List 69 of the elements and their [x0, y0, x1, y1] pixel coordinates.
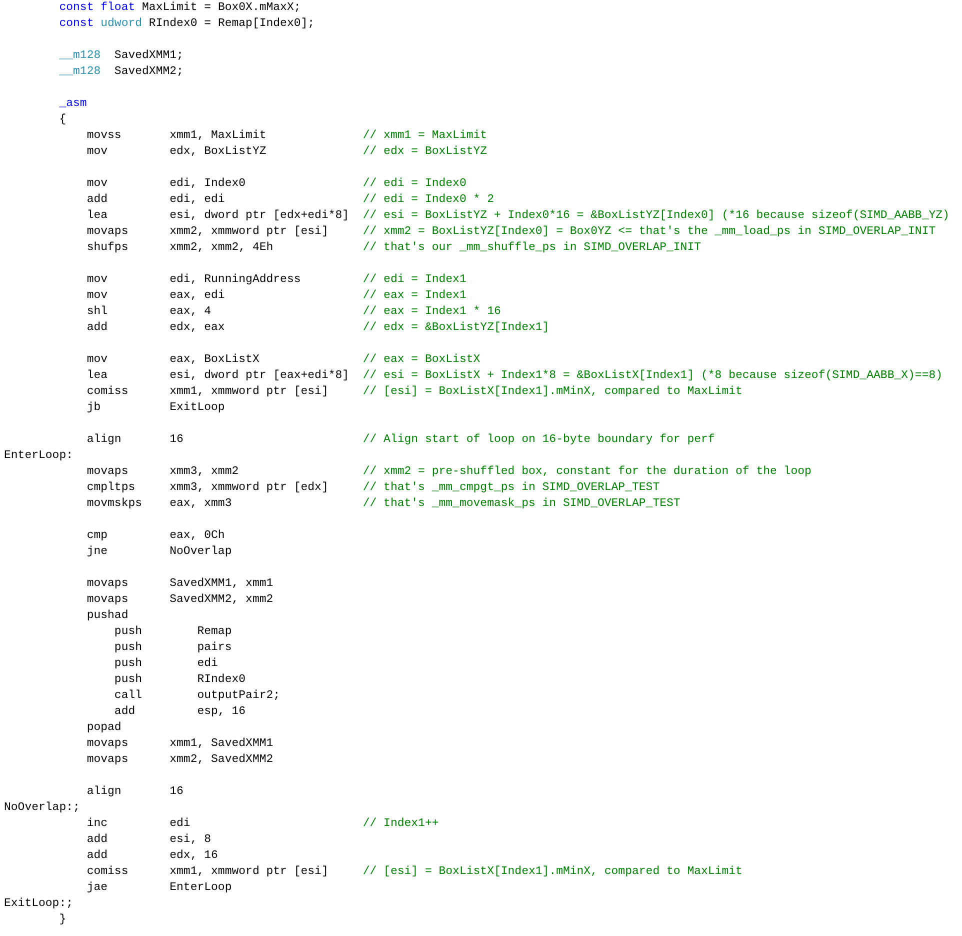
code-line: _asm [58, 96, 88, 112]
code-comment: // [esi] = BoxListX[Index1].mMinX, compared to MaxLimit [362, 384, 742, 400]
code-line: movaps xmm2, SavedXMM2 [86, 752, 274, 768]
code-line: lea esi, dword ptr [eax+edi*8] [86, 368, 350, 384]
code-line: shufps xmm2, xmm2, 4Eh [86, 240, 274, 256]
code-line: pushad [86, 608, 130, 624]
code-line: popad [86, 720, 122, 736]
code-line: add edi, edi [86, 192, 226, 208]
code-line: } [58, 912, 68, 928]
code-comment: // xmm1 = MaxLimit [362, 128, 488, 144]
code-line: movaps xmm1, SavedXMM1 [86, 736, 274, 752]
code-line: add esi, 8 [86, 832, 212, 848]
code-line: add esp, 16 [113, 704, 247, 720]
code-line: align 16 [86, 784, 184, 800]
code-line: mov eax, BoxListX [86, 352, 260, 368]
code-line: jb ExitLoop [86, 400, 226, 416]
code-line: jne NoOverlap [86, 544, 233, 560]
code-comment: // edx = &BoxListYZ[Index1] [362, 320, 550, 336]
code-comment: // [esi] = BoxListX[Index1].mMinX, compared to MaxLimit [362, 864, 742, 880]
code-line: __m128 SavedXMM2; [58, 64, 184, 80]
code-line: jae EnterLoop [86, 880, 233, 896]
code-line: inc edi [86, 816, 192, 832]
code-line: movaps SavedXMM1, xmm1 [86, 576, 274, 592]
code-comment: // edi = Index1 [362, 272, 466, 288]
code-line: movaps xmm3, xmm2 [86, 464, 240, 480]
code-line: mov edi, Index0 [86, 176, 247, 192]
code-line: movss xmm1, MaxLimit [86, 128, 268, 144]
code-line: push pairs [113, 640, 233, 656]
code-line: const float MaxLimit = Box0X.mMaxX; [58, 0, 302, 16]
code-comment: // edx = BoxListYZ [362, 144, 488, 160]
code-line: movaps SavedXMM2, xmm2 [86, 592, 274, 608]
code-comment: // xmm2 = pre-shuffled box, constant for the duration of the loop [362, 464, 812, 480]
code-line: const udword RIndex0 = Remap[Index0]; [58, 16, 316, 32]
code-comment: // eax = BoxListX [362, 352, 480, 368]
code-line: shl eax, 4 [86, 304, 212, 320]
code-line: add edx, 16 [86, 848, 219, 864]
code-line: mov edx, BoxListYZ [86, 144, 268, 160]
code-comment: // esi = BoxListX + Index1*8 = &BoxListX[Index1] (*8 because sizeof(SIMD_AABB_X)==8) [362, 368, 943, 384]
code-line: push RIndex0 [113, 672, 247, 688]
code-comment: // edi = Index0 [362, 176, 466, 192]
code-line: add edx, eax [86, 320, 226, 336]
code-line: push Remap [113, 624, 233, 640]
code-line: EnterLoop: [4, 448, 74, 464]
code-comment: // eax = Index1 [362, 288, 466, 304]
code-line: cmpltps xmm3, xmmword ptr [edx] [86, 480, 330, 496]
code-line: call outputPair2; [113, 688, 282, 704]
code-line: ExitLoop:; [4, 896, 74, 912]
code-comment: // that's _mm_cmpgt_ps in SIMD_OVERLAP_TEST [362, 480, 660, 496]
code-line: align 16 [86, 432, 184, 448]
code-comment: // Index1++ [362, 816, 439, 832]
code-comment: // that's _mm_movemask_ps in SIMD_OVERLAP_TEST [362, 496, 680, 512]
code-line: comiss xmm1, xmmword ptr [esi] [86, 864, 330, 880]
code-comment: // Align start of loop on 16-byte boundary for perf [362, 432, 715, 448]
code-comment: // edi = Index0 * 2 [362, 192, 494, 208]
code-line: NoOverlap:; [4, 800, 81, 816]
code-line: { [58, 112, 68, 128]
code-line: movaps xmm2, xmmword ptr [esi] [86, 224, 330, 240]
code-comment: // that's our _mm_shuffle_ps in SIMD_OVERLAP_INIT [362, 240, 701, 256]
code-line: mov edi, RunningAddress [86, 272, 302, 288]
code-comment: // esi = BoxListYZ + Index0*16 = &BoxListYZ[Index0] (*16 because sizeof(SIMD_AABB_YZ) [362, 208, 950, 224]
code-comment: // eax = Index1 * 16 [362, 304, 501, 320]
code-line: comiss xmm1, xmmword ptr [esi] [86, 384, 330, 400]
code-line: mov eax, edi [86, 288, 226, 304]
code-line: lea esi, dword ptr [edx+edi*8] [86, 208, 350, 224]
code-line: __m128 SavedXMM1; [58, 48, 184, 64]
code-line: cmp eax, 0Ch [86, 528, 226, 544]
code-line: movmskps eax, xmm3 [86, 496, 233, 512]
code-line: push edi [113, 656, 219, 672]
code-comment: // xmm2 = BoxListYZ[Index0] = Box0YZ <= that's the _mm_load_ps in SIMD_OVERLAP_INIT [362, 224, 936, 240]
